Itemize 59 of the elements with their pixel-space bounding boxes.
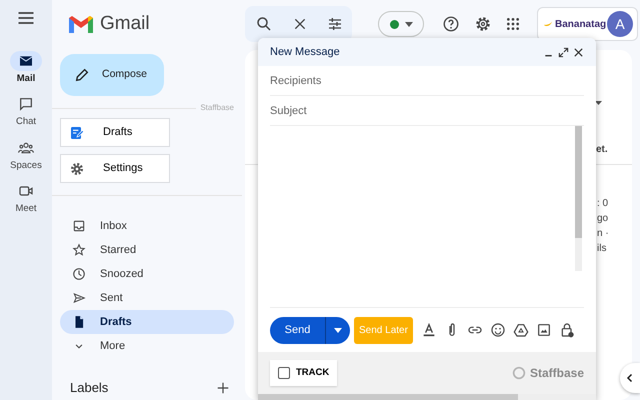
emoji-icon[interactable] bbox=[490, 322, 506, 338]
folder-item[interactable]: Inbox bbox=[60, 214, 234, 238]
app-name: Gmail bbox=[100, 12, 150, 36]
text-format-icon[interactable] bbox=[420, 322, 437, 338]
send-button[interactable]: Send bbox=[270, 316, 350, 344]
text-fragment: et. bbox=[596, 143, 608, 157]
avatar[interactable]: A bbox=[607, 11, 633, 37]
clock-icon bbox=[72, 267, 86, 281]
rail-label: Meet bbox=[15, 202, 37, 216]
gear-icon bbox=[69, 160, 85, 176]
inbox-icon bbox=[72, 219, 86, 233]
caret-icon[interactable] bbox=[595, 101, 602, 105]
text-fragment: ils bbox=[597, 242, 608, 255]
help-icon[interactable] bbox=[442, 15, 460, 33]
pencil-icon bbox=[74, 67, 90, 83]
search-bar[interactable] bbox=[245, 6, 352, 42]
caret-icon bbox=[404, 22, 412, 26]
rail-label: Mail bbox=[16, 72, 36, 86]
shortcut-button[interactable]: Settings bbox=[60, 154, 170, 183]
triangle-icon[interactable] bbox=[512, 322, 529, 338]
window-title: New Message bbox=[270, 44, 340, 60]
text-fragment: n · bbox=[597, 227, 609, 240]
star-icon bbox=[72, 243, 86, 257]
add-icon[interactable] bbox=[216, 380, 230, 395]
divider-label: Staffbase bbox=[199, 102, 235, 114]
settings-icon[interactable] bbox=[474, 15, 492, 33]
lock-clock-icon[interactable] bbox=[558, 322, 575, 338]
text-fragment: : 0 bbox=[597, 197, 609, 210]
logo-icon bbox=[68, 14, 94, 34]
image-icon[interactable] bbox=[536, 322, 552, 338]
scrollbar-thumb[interactable] bbox=[258, 394, 518, 400]
extension-name: Bananatag bbox=[555, 18, 606, 32]
shortcut-button[interactable]: Drafts bbox=[60, 118, 170, 147]
compose-button[interactable]: Compose bbox=[60, 54, 164, 96]
folder-item[interactable]: Snoozed bbox=[60, 262, 234, 286]
apps-grid-icon[interactable] bbox=[505, 16, 521, 32]
sliders-icon[interactable] bbox=[326, 16, 342, 32]
caret-icon[interactable] bbox=[334, 328, 342, 332]
brand-icon bbox=[510, 365, 527, 381]
rail-button[interactable] bbox=[10, 51, 42, 71]
folder-item[interactable]: More bbox=[60, 334, 234, 358]
track-checkbox[interactable]: TRACK bbox=[270, 360, 338, 386]
folder-item[interactable]: Starred bbox=[60, 238, 234, 262]
text-fragment: go bbox=[597, 212, 609, 225]
brand-name: Staffbase bbox=[530, 365, 584, 382]
edit-document-icon bbox=[69, 124, 85, 140]
send-icon bbox=[72, 291, 86, 305]
folder-item[interactable]: Drafts bbox=[60, 310, 234, 334]
scrollbar-thumb[interactable] bbox=[575, 126, 582, 238]
folder-item[interactable]: Sent bbox=[60, 286, 234, 310]
expand-icon[interactable] bbox=[558, 46, 569, 58]
status-dot-icon bbox=[390, 20, 398, 28]
search-icon[interactable] bbox=[254, 15, 272, 33]
section-heading: Labels bbox=[70, 379, 108, 397]
status-button[interactable] bbox=[378, 11, 424, 37]
chat-icon bbox=[18, 96, 34, 112]
close-icon[interactable] bbox=[573, 46, 584, 58]
rail-label: Chat bbox=[16, 115, 36, 130]
rail-label: Spaces bbox=[10, 158, 42, 172]
